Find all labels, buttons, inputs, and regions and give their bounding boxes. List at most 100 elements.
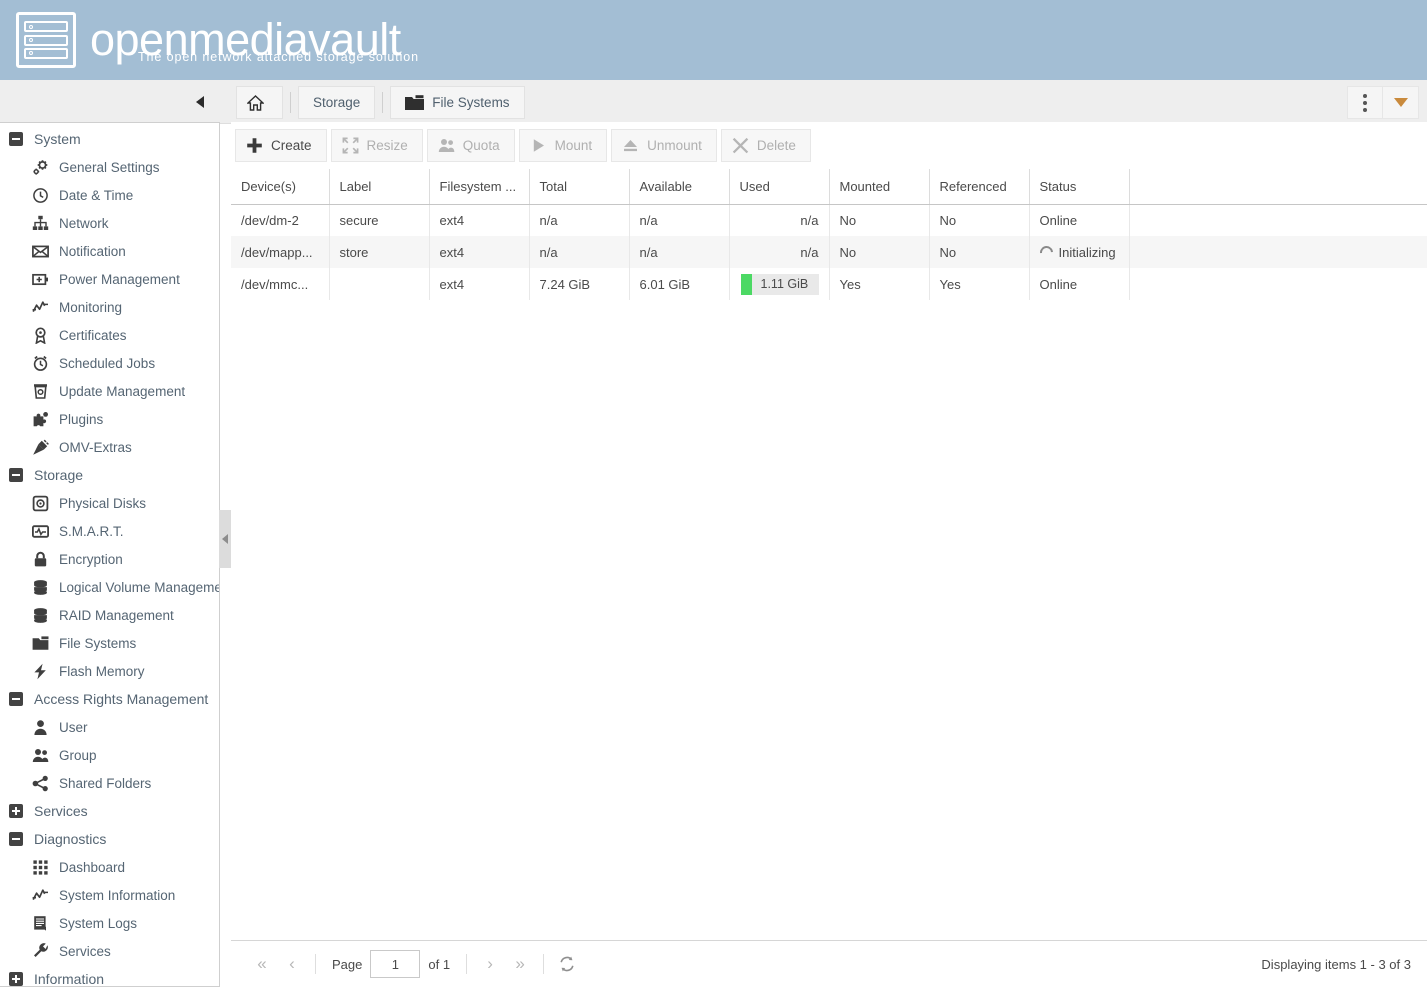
sidebar-item-update-management[interactable]: Update Management (0, 377, 219, 405)
spinner-icon (1036, 242, 1056, 262)
sidebar-item-plugins[interactable]: Plugins (0, 405, 219, 433)
last-page-button[interactable]: » (505, 949, 535, 979)
triangle-left-icon (222, 534, 228, 544)
cell-mounted: No (829, 204, 930, 236)
topbar-tools (1347, 86, 1419, 119)
sidebar-item-network[interactable]: Network (0, 209, 219, 237)
cell-filler (1129, 204, 1427, 236)
sidebar-group-information[interactable]: Information (0, 965, 219, 986)
sidebar-item-group[interactable]: Group (0, 741, 219, 769)
sidebar-item-date-time[interactable]: Date & Time (0, 181, 219, 209)
cell-label: secure (329, 204, 430, 236)
sidebar-item-notification[interactable]: Notification (0, 237, 219, 265)
column-header-label[interactable]: Label (329, 169, 430, 205)
database-icon (30, 607, 50, 624)
column-header-device-s[interactable]: Device(s) (231, 169, 330, 205)
minus-box-icon[interactable] (9, 132, 23, 146)
main-panel: Create Resize Quota Mount Unmount Delete Devi… (231, 122, 1427, 987)
sidebar-group-diagnostics[interactable]: Diagnostics (0, 825, 219, 853)
breadcrumb-item-label: Storage (313, 95, 361, 110)
cell-status: Online (1029, 204, 1130, 236)
create-button[interactable]: Create (235, 129, 327, 162)
sidebar-item-logical-volume-management[interactable]: Logical Volume Management (0, 573, 219, 601)
lock-icon (30, 551, 50, 568)
sidebar-item-system-logs[interactable]: System Logs (0, 909, 219, 937)
sidebar-resize-handle[interactable] (219, 510, 231, 568)
sidebar-item-flash-memory[interactable]: Flash Memory (0, 657, 219, 685)
sidebar-item-label: Update Management (59, 383, 186, 399)
sidebar-item-file-systems[interactable]: File Systems (0, 629, 219, 657)
sidebar-item-label: Dashboard (59, 859, 126, 875)
column-header-status[interactable]: Status (1029, 169, 1130, 205)
table-row[interactable]: /dev/dm-2 secure ext4 n/a n/a n/a No No Online (231, 204, 1427, 236)
sidebar-item-user[interactable]: User (0, 713, 219, 741)
sidebar-item-physical-disks[interactable]: Physical Disks (0, 489, 219, 517)
sidebar-item-general-settings[interactable]: General Settings (0, 153, 219, 181)
chart-line-icon (30, 299, 50, 316)
sidebar-item-label: S.M.A.R.T. (59, 523, 124, 539)
sidebar-item-label: Logical Volume Management (59, 579, 219, 595)
sidebar-group-system[interactable]: System (0, 125, 219, 153)
column-header-filesystem[interactable]: Filesystem ... (429, 169, 530, 205)
used-progress-bar: 1.11 GiB (740, 273, 819, 295)
cell-mounted: Yes (829, 268, 930, 300)
sidebar-group-storage[interactable]: Storage (0, 461, 219, 489)
sidebar-item-power-management[interactable]: Power Management (0, 265, 219, 293)
sidebar-item-services[interactable]: Services (0, 937, 219, 965)
column-header-mounted[interactable]: Mounted (829, 169, 930, 205)
sidebar-item-certificates[interactable]: Certificates (0, 321, 219, 349)
sidebar-item-omv-extras[interactable]: OMV-Extras (0, 433, 219, 461)
minus-box-icon[interactable] (9, 468, 23, 482)
divider (466, 954, 468, 974)
cell-label (329, 268, 430, 300)
column-header-referenced[interactable]: Referenced (929, 169, 1030, 205)
breadcrumb-home[interactable] (236, 86, 283, 119)
sidebar-group-services[interactable]: Services (0, 797, 219, 825)
page-input[interactable] (370, 950, 421, 978)
overflow-menu-button[interactable] (1347, 86, 1383, 119)
cell-available: 6.01 GiB (629, 268, 730, 300)
folder-icon (405, 95, 425, 110)
cell-filesystem: ext4 (429, 268, 530, 300)
cell-referenced: No (929, 236, 1030, 268)
mount-button: Mount (518, 129, 608, 162)
table-row[interactable]: /dev/mapp... store ext4 n/a n/a n/a No No Initia… (231, 236, 1427, 268)
status-badge: Initializing (1058, 244, 1116, 260)
sidebar-collapse-button[interactable] (186, 88, 214, 116)
breadcrumb-item-storage[interactable]: Storage (298, 86, 376, 119)
sidebar-item-scheduled-jobs[interactable]: Scheduled Jobs (0, 349, 219, 377)
sidebar-item-label: Access Rights Management (34, 691, 209, 707)
divider (543, 954, 545, 974)
sidebar-item-s-m-a-r-t[interactable]: S.M.A.R.T. (0, 517, 219, 545)
breadcrumb-separator (382, 92, 384, 113)
sidebar-item-dashboard[interactable]: Dashboard (0, 853, 219, 881)
triangle-left-icon (196, 96, 204, 108)
cell-filesystem: ext4 (429, 236, 530, 268)
table-row[interactable]: /dev/mmc... ext4 7.24 GiB 6.01 GiB 1.11 GiB Y… (231, 268, 1427, 300)
refresh-button[interactable] (552, 949, 582, 979)
sidebar-item-encryption[interactable]: Encryption (0, 545, 219, 573)
breadcrumb-item-file-systems[interactable]: File Systems (390, 86, 525, 119)
column-header-total[interactable]: Total (529, 169, 630, 205)
first-page-button[interactable]: « (247, 949, 277, 979)
column-header-available[interactable]: Available (629, 169, 730, 205)
sidebar-item-shared-folders[interactable]: Shared Folders (0, 769, 219, 797)
sidebar-item-raid-management[interactable]: RAID Management (0, 601, 219, 629)
delete-button: Delete (720, 129, 811, 162)
prev-page-button[interactable]: ‹ (277, 949, 307, 979)
document-lines-icon (30, 915, 50, 932)
minus-box-icon[interactable] (9, 692, 23, 706)
plus-box-icon[interactable] (9, 804, 23, 818)
user-menu-button[interactable] (1383, 86, 1419, 119)
plus-box-icon[interactable] (9, 972, 23, 986)
wrench-icon (30, 942, 50, 960)
sidebar-group-access-rights-management[interactable]: Access Rights Management (0, 685, 219, 713)
sidebar-item-monitoring[interactable]: Monitoring (0, 293, 219, 321)
next-page-button[interactable]: › (475, 949, 505, 979)
cell-referenced: No (929, 204, 1030, 236)
minus-box-icon[interactable] (9, 832, 23, 846)
sidebar-item-system-information[interactable]: System Information (0, 881, 219, 909)
column-header-used[interactable]: Used (729, 169, 830, 205)
filesystems-grid: Device(s) Label Filesystem ... Total Availab… (231, 169, 1427, 940)
sidebar-item-label: Services (59, 943, 111, 959)
